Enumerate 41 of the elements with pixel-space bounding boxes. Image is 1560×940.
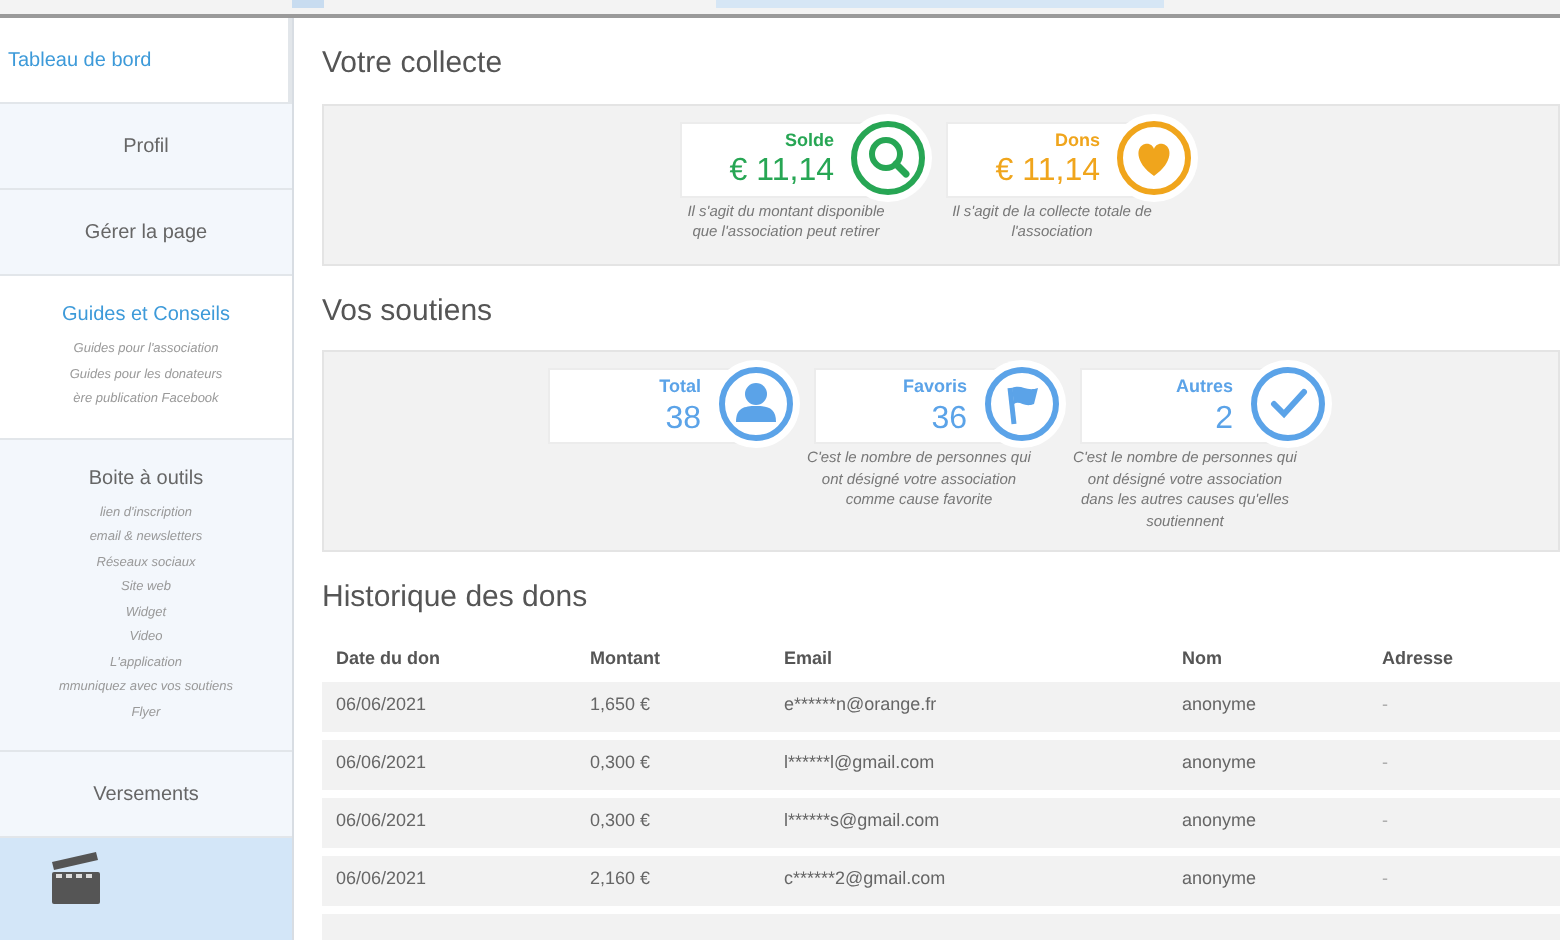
table-cell-text: 06/06/2021 [336,866,429,893]
table-cell-text: - [1382,808,1390,835]
stat-value: 36 [931,401,967,438]
stat-value: 2 [1215,401,1233,438]
column-header: Adresse [1382,645,1456,672]
stat-label: Solde [784,127,834,154]
table-cell-text: 0,300 € [590,808,653,835]
table-cell-text: anonyme [1182,692,1259,719]
stat-value: € 11,14 [729,154,834,191]
table-cell-text: l******s@gmail.com [784,808,942,835]
table-cell-text: 06/06/2021 [336,750,429,777]
table-cell-text: 2,160 € [590,866,653,893]
table-cell-text: e******n@orange.fr [784,692,939,719]
table-cell-text: 06/06/2021 [336,692,429,719]
stat-label: Total [659,374,701,401]
table-cell-text: anonyme [1182,750,1259,777]
table-cell-text: l******l@gmail.com [784,750,937,777]
column-header: Nom [1182,645,1224,672]
stat-value: 38 [665,401,701,438]
section-title: Vos soutiens [322,291,495,331]
stat-label: Favoris [902,374,967,401]
table-cell-text: c******2@gmail.com [784,866,948,893]
column-header: Email [784,645,835,672]
sidebar-item[interactable]: Tableau de bord [0,18,292,104]
sidebar-heading[interactable]: Guides et Conseils [62,300,230,330]
stat-label: Autres [1175,374,1233,401]
section-title: Votre collecte [322,44,505,84]
table-cell-text: - [1382,750,1390,777]
table-cell-text: 1,650 € [590,692,653,719]
section-title: Historique des dons [322,578,590,618]
table-cell-text: - [1382,866,1390,893]
table-cell-text: - [1382,692,1390,719]
stat-label: Dons [1055,127,1100,154]
stat-value: € 11,14 [995,154,1100,191]
table-cell-text: anonyme [1182,866,1259,893]
table-cell-text: anonyme [1182,808,1259,835]
table-cell-text: 0,300 € [590,750,653,777]
sidebar-heading[interactable]: Boite à outils [88,463,204,493]
column-header: Montant [590,645,662,672]
column-header: Date du don [336,645,442,672]
table-cell-text: 06/06/2021 [336,808,429,835]
